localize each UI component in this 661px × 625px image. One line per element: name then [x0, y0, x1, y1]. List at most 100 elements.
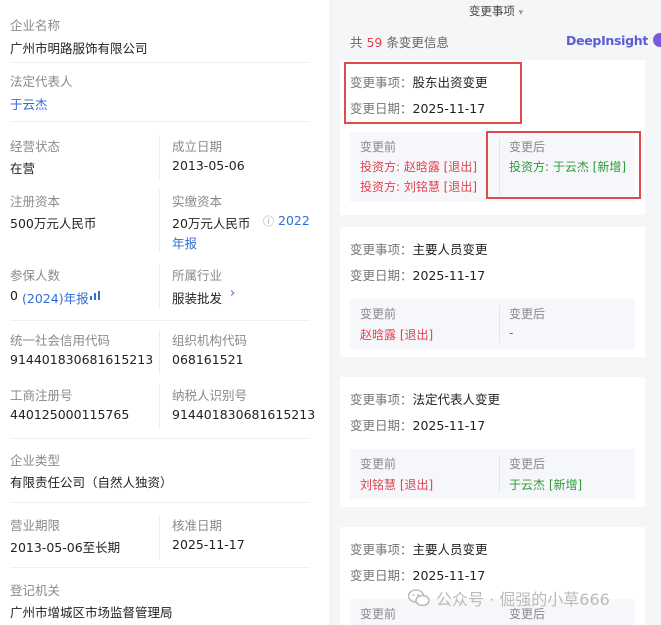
change-item-row: 变更事项：法定代表人变更 — [350, 389, 500, 408]
chevron-down-icon: ▾ — [518, 8, 524, 18]
item-value: 主要人员变更 — [412, 242, 488, 257]
watermark: 公众号 · 倔强的小草666 — [408, 586, 610, 610]
company-type-label: 企业类型 — [10, 453, 61, 468]
highlight-box-change-item — [344, 62, 522, 124]
insured-value: 0 — [10, 288, 18, 303]
change-date-row: 变更日期：2025-11-17 — [350, 265, 485, 284]
item-key: 变更事项： — [350, 242, 413, 257]
paid-capital-value: 20万元人民币 — [172, 216, 251, 231]
column-divider — [159, 135, 160, 179]
industry-label: 所属行业 — [172, 268, 223, 283]
company-name-value: 广州市明路服饰有限公司 — [10, 41, 148, 56]
reg-capital-value: 500万元人民币 — [10, 216, 97, 231]
divider — [10, 121, 310, 122]
taxpayer-value: 914401830681615213 — [172, 407, 316, 422]
date-key: 变更日期： — [350, 568, 413, 583]
compare-divider — [499, 455, 500, 493]
column-divider — [159, 330, 160, 374]
paid-capital-label: 实缴资本 — [172, 194, 223, 209]
info-icon[interactable]: ⓘ — [263, 213, 274, 229]
item-value: 主要人员变更 — [412, 542, 488, 557]
change-card: 变更事项：法定代表人变更 变更日期：2025-11-17 变更前 刘铭慧 [退出… — [340, 377, 645, 507]
before-label: 变更前 — [360, 140, 397, 154]
date-value: 2025-11-17 — [412, 568, 486, 583]
wechat-icon — [408, 589, 430, 607]
founded-label: 成立日期 — [172, 139, 223, 154]
after-label: 变更后 — [509, 457, 546, 471]
divider — [10, 320, 310, 321]
item-key: 变更事项： — [350, 392, 413, 407]
divider — [10, 502, 310, 503]
compare-divider — [499, 305, 500, 343]
count-number: 59 — [366, 35, 383, 50]
change-date-row: 变更日期：2025-11-17 — [350, 565, 485, 584]
reg-capital-label: 注册资本 — [10, 194, 61, 209]
column-divider — [159, 385, 160, 429]
authority-value: 广州市增城区市场监督管理局 — [10, 605, 173, 620]
changes-header[interactable]: 变更事项 ▾ — [331, 0, 661, 22]
toggle-switch[interactable] — [653, 33, 661, 47]
count-suffix: 条变更信息 — [382, 35, 449, 50]
change-count: 共 59 条变更信息 — [350, 32, 449, 51]
company-name-label: 企业名称 — [10, 18, 61, 33]
column-divider — [159, 515, 160, 559]
org-code-value: 068161521 — [172, 352, 244, 367]
change-item-row: 变更事项：主要人员变更 — [350, 539, 488, 558]
term-value: 2013-05-06至长期 — [10, 540, 121, 555]
chart-icon[interactable] — [89, 290, 100, 301]
deepinsight-toggle[interactable]: DeepInsight — [566, 31, 661, 49]
term-label: 营业期限 — [10, 518, 61, 533]
insured-label: 参保人数 — [10, 268, 61, 283]
before-entry: 投资方: 赵晗露 [退出] — [360, 160, 478, 174]
after-entry: - — [509, 326, 514, 340]
authority-label: 登记机关 — [10, 583, 61, 598]
founded-value: 2013-05-06 — [172, 158, 245, 173]
date-key: 变更日期： — [350, 268, 413, 283]
divider — [10, 438, 310, 439]
change-compare: 变更前 赵晗露 [退出] 变更后 - — [350, 299, 635, 349]
approval-label: 核准日期 — [172, 518, 223, 533]
column-divider — [159, 265, 160, 309]
biz-reg-value: 440125000115765 — [10, 407, 130, 422]
item-key: 变更事项： — [350, 542, 413, 557]
change-card: 变更事项：主要人员变更 变更日期：2025-11-17 变更前 赵晗露 [退出]… — [340, 227, 645, 357]
changes-header-label: 变更事项 — [468, 4, 515, 18]
change-item-row: 变更事项：主要人员变更 — [350, 239, 488, 258]
change-compare: 变更前 刘铭慧 [退出] 变更后 于云杰 [新增] — [350, 449, 635, 499]
legal-rep-link[interactable]: 于云杰 — [10, 94, 48, 113]
before-label: 变更前 — [360, 457, 397, 471]
count-prefix: 共 — [350, 35, 367, 50]
legal-rep-label: 法定代表人 — [10, 74, 73, 89]
divider — [10, 567, 310, 568]
highlight-box-after — [486, 131, 641, 199]
date-value: 2025-11-17 — [412, 268, 486, 283]
industry-value[interactable]: 服装批发 — [172, 288, 222, 307]
biz-reg-label: 工商注册号 — [10, 388, 73, 403]
approval-value: 2025-11-17 — [172, 537, 245, 552]
before-entry: 刘铭慧 [退出] — [360, 478, 434, 492]
item-value: 法定代表人变更 — [412, 392, 501, 407]
change-card: 变更事项：主要人员变更 变更日期：2025-11-17 变更前 变更后 — [340, 527, 645, 625]
insured-report-link[interactable]: (2024)年报 — [22, 288, 89, 307]
change-date-row: 变更日期：2025-11-17 — [350, 415, 485, 434]
before-label: 变更前 — [360, 607, 397, 621]
paid-capital-report-link[interactable]: 年报 — [172, 233, 197, 252]
credit-code-value: 914401830681615213 — [10, 352, 154, 367]
deepinsight-logo: DeepInsight — [566, 32, 649, 48]
before-label: 变更前 — [360, 307, 397, 321]
watermark-text: 公众号 · 倔强的小草666 — [436, 590, 610, 609]
divider — [10, 62, 310, 63]
chevron-right-icon[interactable]: › — [230, 286, 235, 301]
org-code-label: 组织机构代码 — [172, 333, 248, 348]
before-entry: 赵晗露 [退出] — [360, 328, 434, 342]
company-type-value: 有限责任公司（自然人独资） — [10, 475, 173, 490]
status-label: 经营状态 — [10, 139, 61, 154]
paid-capital-report-year[interactable]: 2022 — [278, 213, 310, 228]
company-info-panel: 企业名称 广州市明路服饰有限公司 法定代表人 于云杰 经营状态 在营 成立日期 … — [0, 0, 330, 625]
after-entry: 于云杰 [新增] — [509, 478, 583, 492]
column-divider — [159, 190, 160, 252]
credit-code-label: 统一社会信用代码 — [10, 333, 111, 348]
before-entry: 投资方: 刘铭慧 [退出] — [360, 180, 478, 194]
taxpayer-label: 纳税人识别号 — [172, 388, 248, 403]
status-value: 在营 — [10, 161, 36, 176]
